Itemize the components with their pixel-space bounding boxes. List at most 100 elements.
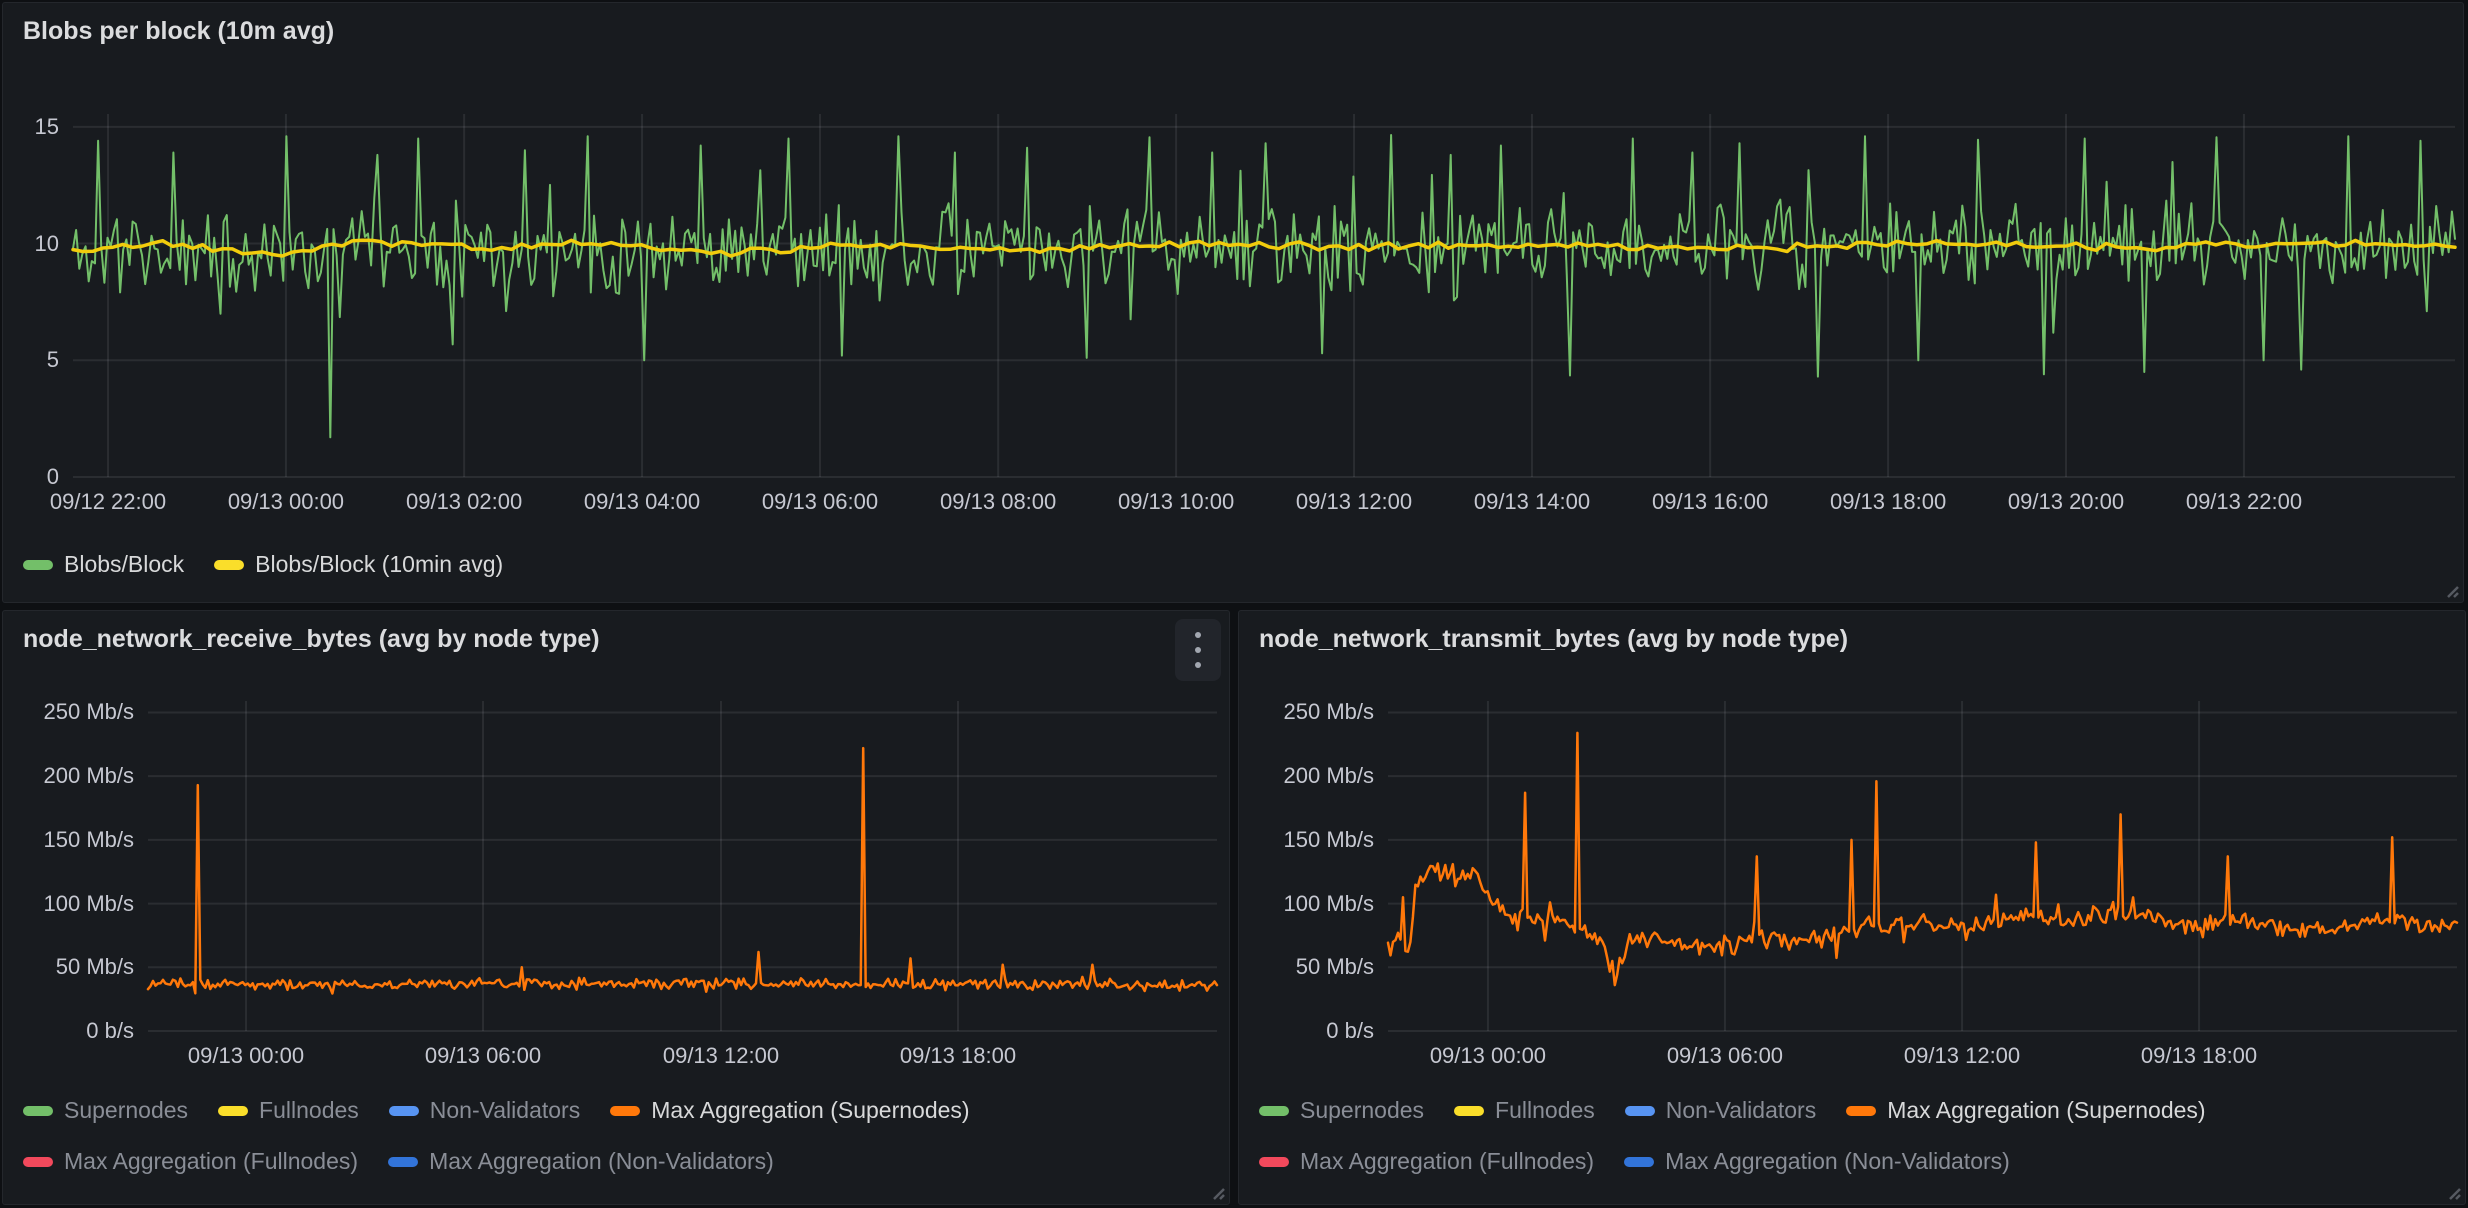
legend-color-pill <box>23 1106 53 1116</box>
legend-color-pill <box>388 1157 418 1167</box>
chart-plot-area[interactable] <box>73 114 2455 477</box>
legend-item[interactable]: Blobs/Block <box>23 551 184 578</box>
line-chart-svg <box>148 701 1217 1031</box>
y-tick-label: 10 <box>3 231 59 257</box>
panel-title: node_network_transmit_bytes (avg by node… <box>1259 625 1848 654</box>
chart-legend: Supernodes Fullnodes Non-Validators Max Agg… <box>23 1097 1103 1175</box>
x-tick-label: 09/13 00:00 <box>228 489 344 515</box>
legend-item-label: Blobs/Block <box>64 551 184 578</box>
y-tick-label: 50 Mb/s <box>1239 954 1374 980</box>
x-tick-label: 09/13 06:00 <box>762 489 878 515</box>
legend-item[interactable]: Max Aggregation (Non-Validators) <box>388 1148 774 1175</box>
legend-item[interactable]: Blobs/Block (10min avg) <box>214 551 503 578</box>
legend-color-pill <box>610 1106 640 1116</box>
legend-item-label: Blobs/Block (10min avg) <box>255 551 503 578</box>
x-tick-label: 09/13 18:00 <box>900 1043 1016 1069</box>
panel-title: node_network_receive_bytes (avg by node … <box>23 625 600 654</box>
x-tick-label: 09/13 08:00 <box>940 489 1056 515</box>
x-tick-label: 09/13 18:00 <box>1830 489 1946 515</box>
legend-item[interactable]: Fullnodes <box>218 1097 359 1124</box>
y-tick-label: 100 Mb/s <box>3 891 134 917</box>
line-chart-svg <box>1388 701 2457 1031</box>
legend-color-pill <box>23 560 53 570</box>
legend-color-pill <box>1454 1106 1484 1116</box>
y-tick-label: 250 Mb/s <box>1239 699 1374 725</box>
legend-item[interactable]: Max Aggregation (Fullnodes) <box>23 1148 358 1175</box>
legend-item-label: Max Aggregation (Non-Validators) <box>429 1148 774 1175</box>
legend-color-pill <box>1846 1106 1876 1116</box>
x-tick-label: 09/13 18:00 <box>2141 1043 2257 1069</box>
kebab-dot-icon <box>1195 647 1201 653</box>
panel-network-receive: node_network_receive_bytes (avg by node … <box>2 610 1230 1205</box>
panel-resize-handle[interactable] <box>2442 1181 2462 1201</box>
legend-color-pill <box>1259 1157 1289 1167</box>
x-tick-label: 09/13 12:00 <box>1296 489 1412 515</box>
legend-item[interactable]: Max Aggregation (Fullnodes) <box>1259 1148 1594 1175</box>
legend-item[interactable]: Max Aggregation (Non-Validators) <box>1624 1148 2010 1175</box>
y-tick-label: 150 Mb/s <box>3 827 134 853</box>
legend-color-pill <box>218 1106 248 1116</box>
series-line <box>148 748 1217 993</box>
legend-item-label: Max Aggregation (Supernodes) <box>651 1097 969 1124</box>
series-line <box>1388 733 2457 985</box>
legend-item[interactable]: Non-Validators <box>1625 1097 1816 1124</box>
legend-color-pill <box>389 1106 419 1116</box>
x-tick-label: 09/13 06:00 <box>425 1043 541 1069</box>
y-tick-label: 5 <box>3 347 59 373</box>
panel-menu-button[interactable] <box>1175 619 1221 681</box>
kebab-dot-icon <box>1195 662 1201 668</box>
legend-item[interactable]: Max Aggregation (Supernodes) <box>610 1097 969 1124</box>
y-tick-label: 15 <box>3 114 59 140</box>
panel-resize-handle[interactable] <box>2440 579 2460 599</box>
legend-item[interactable]: Fullnodes <box>1454 1097 1595 1124</box>
legend-item-label: Fullnodes <box>1495 1097 1595 1124</box>
legend-item-label: Max Aggregation (Fullnodes) <box>64 1148 358 1175</box>
kebab-dot-icon <box>1195 632 1201 638</box>
x-tick-label: 09/13 06:00 <box>1667 1043 1783 1069</box>
legend-item-label: Supernodes <box>1300 1097 1424 1124</box>
y-tick-label: 200 Mb/s <box>1239 763 1374 789</box>
y-tick-label: 0 b/s <box>3 1018 134 1044</box>
x-tick-label: 09/12 22:00 <box>50 489 166 515</box>
x-tick-label: 09/13 20:00 <box>2008 489 2124 515</box>
chart-legend: Blobs/Block Blobs/Block (10min avg) <box>23 551 2323 578</box>
panel-title: Blobs per block (10m avg) <box>23 17 334 46</box>
panel-blobs-per-block: Blobs per block (10m avg) Blobs/BlockBlo… <box>2 2 2464 603</box>
x-tick-label: 09/13 12:00 <box>1904 1043 2020 1069</box>
legend-item-label: Non-Validators <box>1666 1097 1816 1124</box>
legend-item-label: Supernodes <box>64 1097 188 1124</box>
legend-item-label: Fullnodes <box>259 1097 359 1124</box>
chart-plot-area[interactable] <box>1388 701 2457 1031</box>
legend-item[interactable]: Supernodes <box>23 1097 188 1124</box>
y-tick-label: 0 <box>3 464 59 490</box>
legend-item-label: Max Aggregation (Supernodes) <box>1887 1097 2205 1124</box>
chart-legend: Supernodes Fullnodes Non-Validators Max Agg… <box>1259 1097 2339 1175</box>
legend-item[interactable]: Non-Validators <box>389 1097 580 1124</box>
x-tick-label: 09/13 16:00 <box>1652 489 1768 515</box>
legend-item-label: Max Aggregation (Non-Validators) <box>1665 1148 2010 1175</box>
x-tick-label: 09/13 10:00 <box>1118 489 1234 515</box>
legend-item[interactable]: Max Aggregation (Supernodes) <box>1846 1097 2205 1124</box>
y-tick-label: 150 Mb/s <box>1239 827 1374 853</box>
x-tick-label: 09/13 00:00 <box>188 1043 304 1069</box>
y-tick-label: 250 Mb/s <box>3 699 134 725</box>
y-tick-label: 200 Mb/s <box>3 763 134 789</box>
x-tick-label: 09/13 02:00 <box>406 489 522 515</box>
y-tick-label: 0 b/s <box>1239 1018 1374 1044</box>
series-line <box>73 135 2455 437</box>
legend-item[interactable]: Supernodes <box>1259 1097 1424 1124</box>
panel-resize-handle[interactable] <box>1206 1181 1226 1201</box>
chart-plot-area[interactable] <box>148 701 1217 1031</box>
line-chart-svg <box>73 114 2455 477</box>
legend-color-pill <box>214 560 244 570</box>
legend-color-pill <box>1625 1106 1655 1116</box>
legend-color-pill <box>1624 1157 1654 1167</box>
x-tick-label: 09/13 14:00 <box>1474 489 1590 515</box>
dashboard: Blobs per block (10m avg) Blobs/BlockBlo… <box>0 0 2468 1208</box>
legend-item-label: Max Aggregation (Fullnodes) <box>1300 1148 1594 1175</box>
legend-item-label: Non-Validators <box>430 1097 580 1124</box>
x-tick-label: 09/13 22:00 <box>2186 489 2302 515</box>
panel-network-transmit: node_network_transmit_bytes (avg by node… <box>1238 610 2466 1205</box>
legend-color-pill <box>23 1157 53 1167</box>
x-tick-label: 09/13 00:00 <box>1430 1043 1546 1069</box>
